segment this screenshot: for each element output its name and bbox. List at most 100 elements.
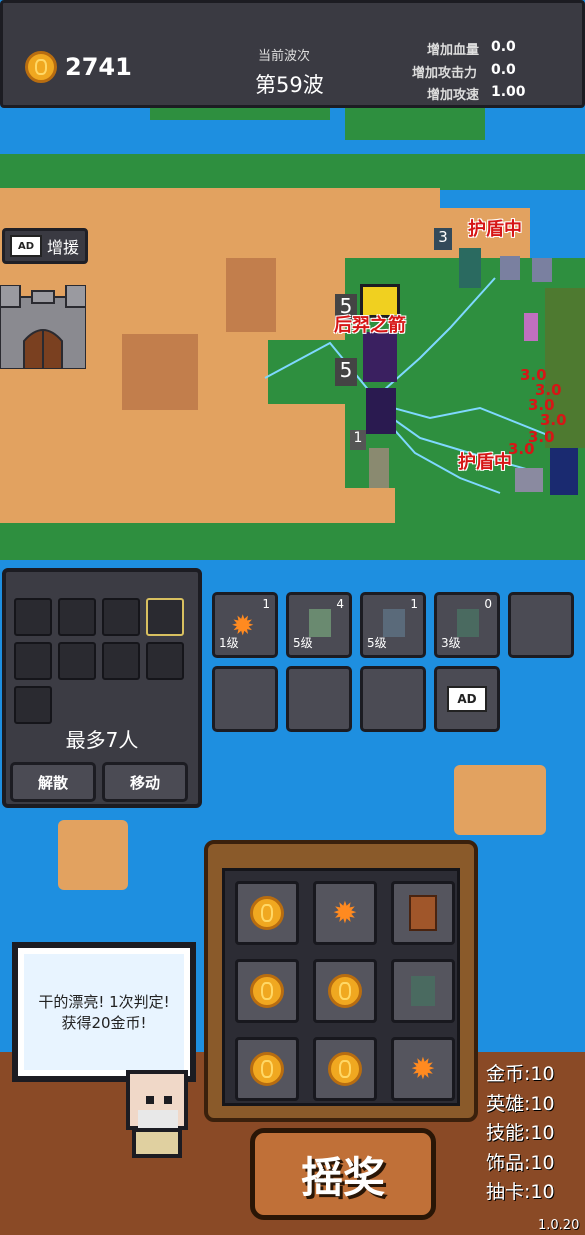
skill-slot-empty[interactable]	[212, 666, 278, 732]
skill-count: 1	[262, 597, 270, 611]
coin-icon	[328, 1052, 362, 1086]
gold-coin-icon	[25, 51, 57, 83]
reinforce-label: 增援	[47, 238, 80, 257]
skill-slot-mage[interactable]: 1 5级	[360, 592, 426, 658]
enemy-unit	[550, 443, 578, 495]
hero-slot-selected[interactable]	[146, 598, 184, 636]
wave-number: 第59波	[255, 73, 324, 97]
battle-map: 3 5 5 1 护盾中 后羿之箭 护盾中 3.0 3.0 3.0 3.0 3.0…	[0, 108, 585, 560]
stat-hp-label: 增加血量	[427, 43, 480, 58]
fireball-icon: ✹	[332, 895, 358, 931]
version-label: 1.0.20	[538, 1218, 580, 1233]
knight-hero-icon	[411, 976, 435, 1006]
hero-slot[interactable]	[14, 686, 52, 724]
unit-level-badge: 5	[335, 358, 357, 386]
reel-cell	[313, 1037, 377, 1101]
stat-speed-label: 增加攻速	[427, 88, 480, 103]
knight-hero-icon	[457, 609, 479, 637]
chest-icon	[409, 895, 437, 931]
reinforce-ad-button[interactable]: AD 增援	[2, 228, 88, 264]
skill-slot-empty[interactable]	[508, 592, 574, 658]
stat-atk-value: 0.0	[491, 62, 516, 78]
hero-slot[interactable]	[58, 642, 96, 680]
reel-cell	[235, 881, 299, 945]
fireball-icon: ✹	[410, 1051, 436, 1087]
mage-hero-icon	[383, 609, 405, 637]
odds-hero: 英雄:10	[486, 1092, 555, 1115]
dark-hero-unit	[363, 332, 397, 382]
disband-button[interactable]: 解散	[10, 762, 96, 802]
odds-coin: 金币:10	[486, 1063, 555, 1085]
odds-skill: 技能:10	[486, 1122, 555, 1144]
skill-slot-fireball[interactable]: ✹ 1 1级	[212, 592, 278, 658]
archer-unit	[369, 448, 389, 488]
unit-level-badge: 3	[434, 228, 452, 250]
enemy-unit	[524, 313, 538, 341]
coin-icon	[328, 974, 362, 1008]
coin-icon	[250, 1052, 284, 1086]
speech-text: 干的漂亮! 1次判定! 获得20金币!	[24, 954, 184, 1070]
skill-level: 3级	[441, 636, 461, 650]
draw-odds-list: 金币:10 英雄:10 技能:10 饰品:10 抽卡:10	[486, 1060, 555, 1208]
slot-reel-grid: ✹ ✹	[222, 868, 460, 1106]
move-button[interactable]: 移动	[102, 762, 188, 802]
hero-slot[interactable]	[146, 642, 184, 680]
shield-status-text: 护盾中	[458, 452, 512, 473]
reel-cell	[391, 959, 455, 1023]
skill-count: 4	[336, 597, 344, 611]
ad-video-icon: AD	[10, 235, 42, 257]
reel-cell	[391, 881, 455, 945]
ad-video-icon: AD	[447, 686, 487, 712]
shield-status-text: 护盾中	[468, 219, 522, 240]
hero-team-panel: 最多7人 解散 移动	[2, 568, 202, 808]
damage-number: 3.0	[508, 440, 535, 458]
hero-slot[interactable]	[58, 598, 96, 636]
reel-cell: ✹	[313, 881, 377, 945]
enemy-unit	[515, 468, 543, 492]
skill-slot-archer[interactable]: 4 5级	[286, 592, 352, 658]
enemy-unit	[532, 258, 552, 282]
wave-caption: 当前波次	[258, 49, 311, 64]
reel-cell: ✹	[391, 1037, 455, 1101]
reel-cell	[313, 959, 377, 1023]
archer-hero-icon	[309, 609, 331, 637]
gold-amount: 2741	[65, 53, 132, 81]
coin-icon	[250, 896, 284, 930]
spin-button[interactable]: 摇奖	[250, 1128, 436, 1220]
skill-level: 5级	[293, 636, 313, 650]
speech-bubble: 干的漂亮! 1次判定! 获得20金币!	[12, 942, 196, 1082]
hero-slot[interactable]	[102, 642, 140, 680]
coin-icon	[250, 974, 284, 1008]
knight-unit	[459, 248, 481, 288]
max-heroes-text: 最多7人	[65, 728, 139, 752]
hero-slot[interactable]	[14, 642, 52, 680]
stat-speed-value: 1.00	[491, 84, 526, 100]
skill-slot-empty[interactable]	[360, 666, 426, 732]
skill-name-text: 后羿之箭	[334, 315, 406, 336]
dark-hero-unit	[366, 388, 396, 434]
hero-slot[interactable]	[102, 598, 140, 636]
odds-accessory: 饰品:10	[486, 1151, 555, 1174]
sand-island	[454, 765, 546, 835]
old-man-npc-icon	[126, 1070, 188, 1158]
ad-slot-button[interactable]: AD	[434, 666, 500, 732]
skill-slot-knight[interactable]: 0 3级	[434, 592, 500, 658]
skill-count: 0	[484, 597, 492, 611]
enemy-unit	[500, 256, 520, 280]
odds-card: 抽卡:10	[486, 1181, 555, 1203]
unit-level-badge: 1	[350, 430, 366, 450]
stat-atk-label: 增加攻击力	[412, 66, 478, 81]
skill-slot-empty[interactable]	[286, 666, 352, 732]
castle-icon	[0, 285, 86, 369]
hero-slot[interactable]	[14, 598, 52, 636]
stat-hp-value: 0.0	[491, 39, 516, 55]
sand-island	[58, 820, 128, 890]
damage-number: 3.0	[540, 411, 567, 429]
skill-count: 1	[410, 597, 418, 611]
lightning-effect	[264, 277, 556, 494]
reel-cell	[235, 1037, 299, 1101]
skill-level: 5级	[367, 636, 387, 650]
slot-machine: ✹ ✹	[204, 840, 478, 1122]
skill-level: 1级	[219, 636, 239, 650]
reel-cell	[235, 959, 299, 1023]
